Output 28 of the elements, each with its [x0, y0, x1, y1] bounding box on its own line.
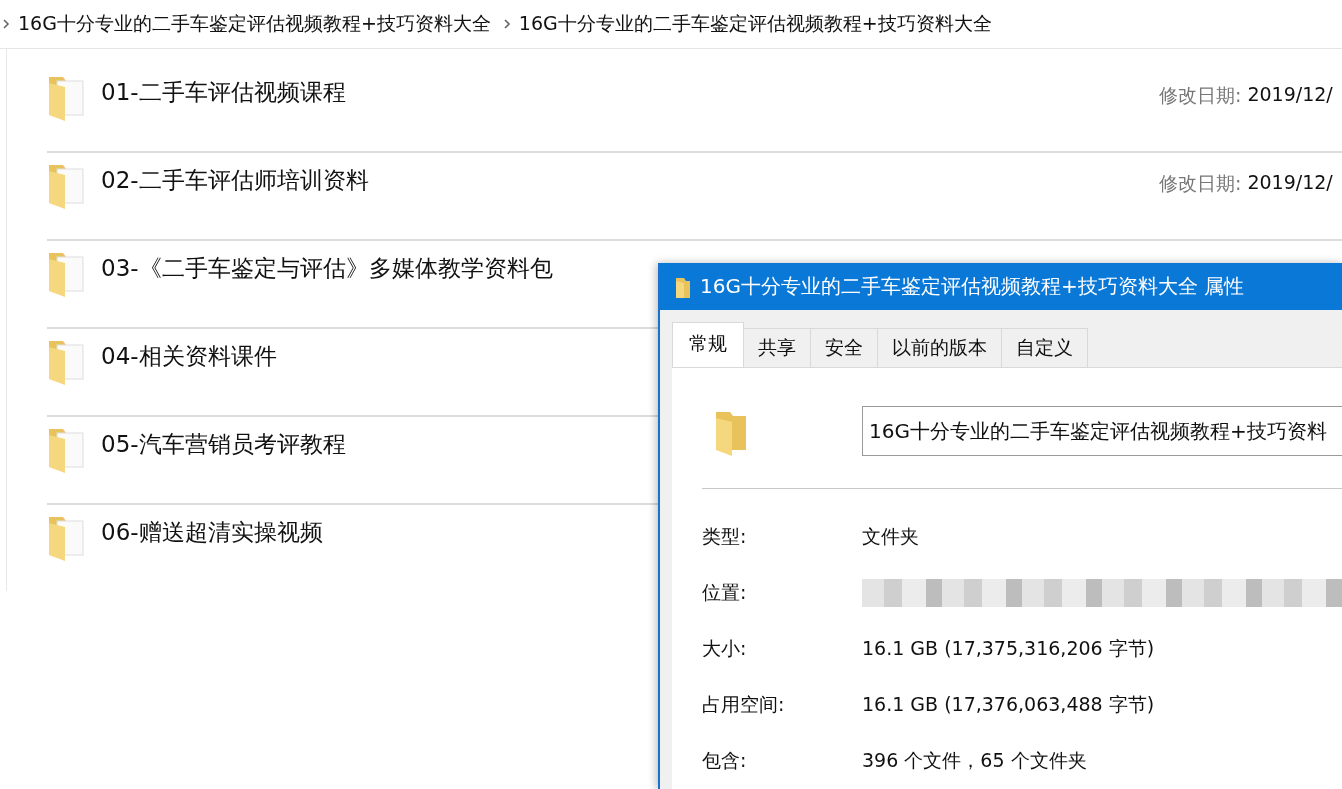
property-value: 396 个文件，65 个文件夹: [862, 748, 1087, 773]
window-title: 16G十分专业的二手车鉴定评估视频教程+技巧资料大全 属性: [700, 273, 1245, 300]
breadcrumb-item[interactable]: 16G十分专业的二手车鉴定评估视频教程+技巧资料大全: [518, 11, 992, 37]
property-value: 16.1 GB (17,375,316,206 字节): [862, 636, 1155, 661]
chevron-icon: [502, 18, 511, 30]
date-value: 2019/12/: [1247, 171, 1333, 195]
breadcrumb-item[interactable]: 16G十分专业的二手车鉴定评估视频教程+技巧资料大全: [18, 11, 491, 37]
folder-name[interactable]: 04-相关资料课件: [101, 341, 277, 372]
folder-name[interactable]: 05-汽车营销员考评教程: [101, 429, 346, 460]
property-value: 16.1 GB (17,376,063,488 字节): [862, 692, 1155, 717]
folder-name[interactable]: 06-赠送超清实操视频: [101, 517, 323, 548]
date-value: 2019/12/: [1247, 83, 1333, 107]
folder-name[interactable]: 02-二手车评估师培训资料: [101, 165, 369, 196]
tab[interactable]: 自定义: [1001, 328, 1088, 367]
folder-name[interactable]: 01-二手车评估视频课程: [101, 77, 346, 108]
folder-name[interactable]: 03-《二手车鉴定与评估》多媒体教学资料包: [101, 253, 553, 284]
property-label: 占用空间:: [702, 692, 786, 717]
property-value: 文件夹: [862, 524, 919, 549]
property-label: 大小:: [702, 636, 748, 661]
date-label: 修改日期:: [1159, 83, 1242, 108]
property-label: 位置:: [702, 580, 748, 605]
date-label: 修改日期:: [1159, 171, 1242, 196]
property-label: 类型:: [702, 524, 748, 549]
folder-icon: [676, 275, 690, 298]
property-label: 包含:: [702, 748, 748, 773]
chevron-icon: [2, 18, 10, 30]
tab[interactable]: 常规: [672, 322, 744, 367]
name-field[interactable]: 16G十分专业的二手车鉴定评估视频教程+技巧资料: [862, 406, 1342, 456]
